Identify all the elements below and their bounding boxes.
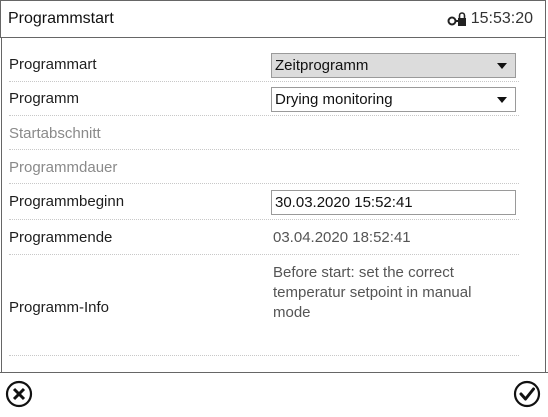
clock-time: 15:53:20 <box>470 10 533 27</box>
row-startabschnitt: Startabschnitt <box>9 116 519 150</box>
programmart-value: Zeitprogramm <box>275 57 369 74</box>
programm-info-label: Programm-Info <box>9 299 110 316</box>
programmende-label: Programmende <box>9 229 113 246</box>
lock-key-icon <box>447 12 466 26</box>
bottom-bar <box>0 372 548 417</box>
programm-label: Programm <box>9 90 80 107</box>
status-area: 15:53:20 <box>447 10 533 28</box>
row-programm: Programm Drying monitoring <box>9 82 519 116</box>
programmart-label: Programmart <box>9 56 97 73</box>
program-start-form: Programmart Zeitprogramm Programm Drying… <box>1 38 546 372</box>
confirm-check-icon[interactable] <box>512 379 542 409</box>
cancel-circle-icon[interactable] <box>4 379 34 409</box>
row-programmart: Programmart Zeitprogramm <box>9 50 519 82</box>
programmbeginn-input[interactable]: 30.03.2020 15:52:41 <box>271 190 516 215</box>
chevron-down-icon <box>497 63 507 69</box>
programm-dropdown[interactable]: Drying monitoring <box>271 87 516 112</box>
programmbeginn-label: Programmbeginn <box>9 193 125 210</box>
page-title: Programmstart <box>8 10 114 27</box>
row-programmdauer: Programmdauer <box>9 150 519 184</box>
programm-value: Drying monitoring <box>275 91 393 108</box>
row-programm-info: Programm-Info Before start: set the corr… <box>9 255 519 356</box>
programmart-dropdown[interactable]: Zeitprogramm <box>271 53 516 78</box>
programmbeginn-value: 30.03.2020 15:52:41 <box>275 194 413 211</box>
programmdauer-label: Programmdauer <box>9 159 118 176</box>
chevron-down-icon <box>497 97 507 103</box>
startabschnitt-label: Startabschnitt <box>9 125 101 142</box>
title-bar: Programmstart 15:53:20 <box>0 0 546 38</box>
row-programmende: Programmende 03.04.2020 18:52:41 <box>9 220 519 255</box>
programmende-value: 03.04.2020 18:52:41 <box>273 229 411 246</box>
programm-info-value: Before start: set the correct temperatur… <box>273 264 472 321</box>
row-programmbeginn: Programmbeginn 30.03.2020 15:52:41 <box>9 184 519 220</box>
